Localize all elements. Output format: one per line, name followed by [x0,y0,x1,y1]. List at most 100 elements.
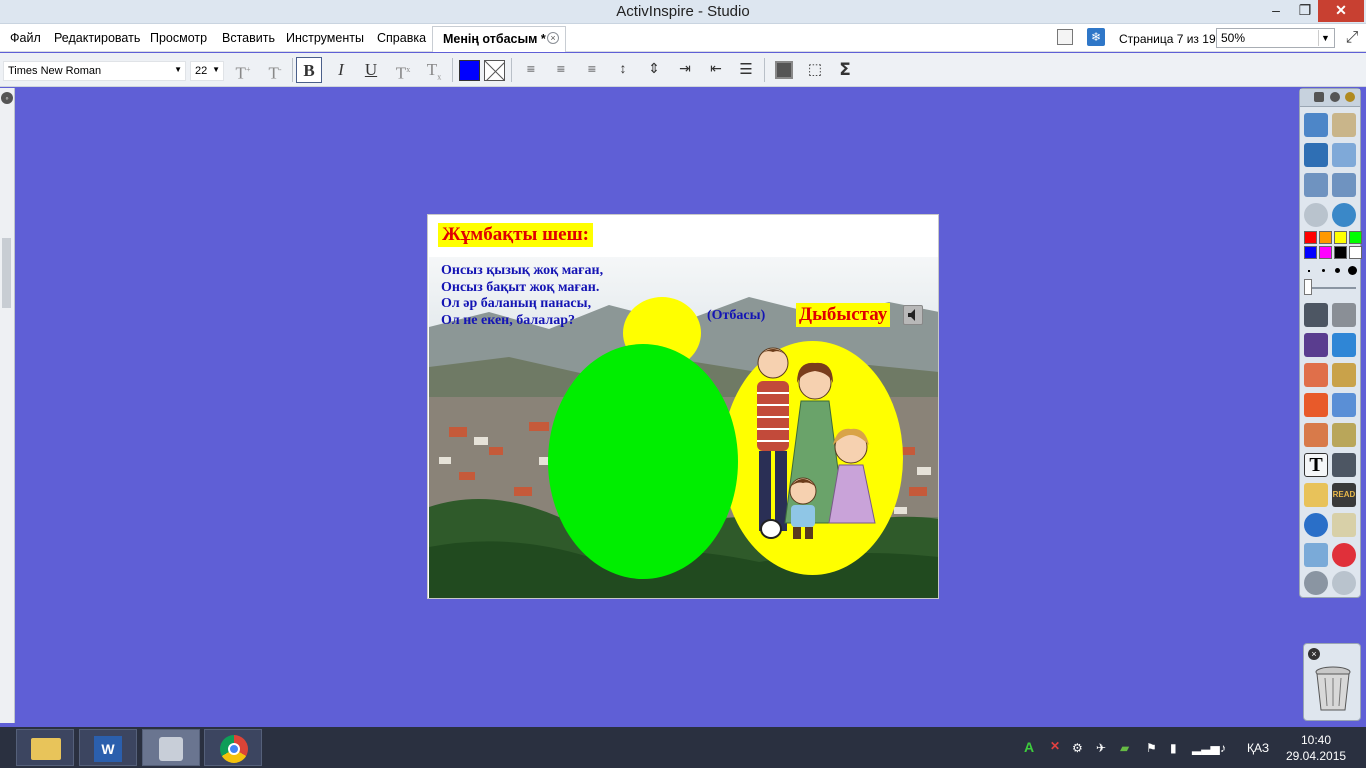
clock[interactable]: 10:40 29.04.2015 [1286,732,1346,764]
clip-icon[interactable] [1332,423,1356,447]
palette-blue[interactable] [1304,246,1317,259]
answer-text[interactable]: (Отбасы) [707,308,765,324]
superscript-button[interactable]: Tx [390,57,416,83]
highlighter-icon[interactable] [1332,333,1356,357]
tray-volume-icon[interactable]: ♪ [1220,741,1226,755]
align-left-icon[interactable]: ≡ [518,57,544,83]
no-fill-swatch[interactable] [484,60,505,81]
next-page-icon[interactable] [1332,173,1356,197]
tray-close-icon[interactable]: ✕ [1050,739,1060,753]
palette-magenta[interactable] [1319,246,1332,259]
pen-width-4[interactable] [1348,266,1357,275]
palette-red[interactable] [1304,231,1317,244]
menu-tools[interactable]: Инструменты [286,31,364,45]
pin-icon[interactable] [1345,92,1355,102]
menu-file[interactable]: Файл [10,31,41,45]
align-center-icon[interactable]: ≡ [548,57,574,83]
font-size-select[interactable]: 22 ▼ [190,61,224,81]
toolbox-menu-icon[interactable] [1314,92,1324,102]
file-explorer-icon[interactable] [16,729,74,766]
zoom-select[interactable]: 50% ▼ [1216,28,1335,48]
minimize-button[interactable]: – [1261,0,1291,22]
clear-icon[interactable] [1304,543,1328,567]
redo-icon[interactable] [1332,571,1356,595]
page-sorter-icon[interactable] [1057,29,1073,45]
slide-title[interactable]: Жұмбақты шеш: [438,223,593,247]
pen-width-2[interactable] [1322,269,1325,272]
pen-tool-icon[interactable] [1304,333,1328,357]
family-illustration[interactable] [733,343,903,543]
text-tool-icon[interactable]: T [1304,453,1328,477]
font-family-select[interactable]: Times New Roman ▼ [3,61,186,81]
connector-icon[interactable] [1332,393,1356,417]
sound-label[interactable]: Дыбыстау [796,303,891,327]
menu-edit[interactable]: Редактировать [54,31,140,45]
speaker-icon[interactable] [903,305,923,325]
fill-icon[interactable] [1332,363,1356,387]
underline-button[interactable]: U [358,57,384,83]
restore-button[interactable]: ❐ [1290,0,1320,22]
snowflake-icon[interactable]: ❄ [1087,28,1105,46]
fullscreen-icon[interactable]: ⤢ [1342,28,1362,48]
screen-shade-icon[interactable] [1332,453,1356,477]
customize-icon[interactable] [1332,143,1356,167]
previous-page-icon[interactable] [1304,173,1328,197]
bullet-list-icon[interactable]: ☰ [733,57,759,83]
paragraph-spacing-icon[interactable]: ⇕ [641,57,667,83]
palette-black[interactable] [1334,246,1347,259]
reset-icon[interactable] [1332,543,1356,567]
handwriting-icon[interactable] [1304,483,1328,507]
tray-nvidia-icon[interactable]: ▰ [1120,741,1129,755]
main-menu-icon[interactable] [1304,113,1328,137]
pen-width-3[interactable] [1335,268,1340,273]
width-slider-handle[interactable] [1304,279,1312,295]
tray-battery-icon[interactable]: ▮ [1170,741,1177,755]
pen-width-1[interactable] [1308,270,1310,272]
select-all-icon[interactable]: ⬚ [802,57,828,83]
tray-app-icon[interactable]: A [1024,739,1034,755]
riddle-text[interactable]: Онсыз қызық жоқ маған, Онсыз бақыт жоқ м… [441,263,603,329]
sum-icon[interactable]: Σ [832,57,858,83]
width-slider-track[interactable] [1306,287,1356,289]
menu-help[interactable]: Справка [377,31,426,45]
palette-green[interactable] [1349,231,1362,244]
pin-icon[interactable]: ◦ [1,92,13,104]
close-tab-icon[interactable]: × [547,32,559,44]
align-right-icon[interactable]: ≡ [579,57,605,83]
menu-insert[interactable]: Вставить [222,31,275,45]
tray-tools-icon[interactable]: ✈ [1096,741,1106,755]
language-indicator[interactable]: ҚАЗ [1247,741,1269,755]
select-tool-icon[interactable] [1304,303,1328,327]
palette-white[interactable] [1349,246,1362,259]
scroll-handle[interactable] [2,238,11,308]
resources-icon[interactable] [1304,423,1328,447]
activinspire-icon[interactable] [142,729,200,766]
browsers-icon[interactable] [1332,113,1356,137]
subscript-button[interactable]: Tx [421,57,447,83]
menu-view[interactable]: Просмотр [150,31,207,45]
web-browser-icon[interactable] [1304,513,1328,537]
grow-font-button[interactable]: T+ [230,57,256,83]
read-icon[interactable]: READ [1332,483,1356,507]
indent-icon[interactable]: ⇥ [672,57,698,83]
undo-icon[interactable] [1304,571,1328,595]
green-ellipse-shape[interactable] [548,344,738,579]
close-icon[interactable]: × [1308,648,1320,660]
symbol-grid-icon[interactable] [771,57,797,83]
trash-can-icon[interactable] [1313,666,1353,714]
italic-button[interactable]: I [328,57,354,83]
toolbox-collapse-icon[interactable] [1330,92,1340,102]
word-icon[interactable]: W [79,729,137,766]
outdent-icon[interactable]: ⇤ [703,57,729,83]
close-button[interactable]: ✕ [1318,0,1364,22]
play-icon[interactable] [1304,203,1328,227]
revert-icon[interactable] [1332,203,1356,227]
palette-yellow[interactable] [1334,231,1347,244]
flipchart-page[interactable]: Жұмбақты шеш: Онсыз қызық жоқ маған, Онс… [427,214,939,599]
line-spacing-icon[interactable]: ↕ [610,57,636,83]
chrome-icon[interactable] [204,729,262,766]
tray-signal-icon[interactable]: ▂▃▅ [1192,741,1220,755]
tray-flag-icon[interactable]: ⚑ [1146,741,1157,755]
design-mode-icon[interactable] [1304,143,1328,167]
tools-icon[interactable] [1332,303,1356,327]
